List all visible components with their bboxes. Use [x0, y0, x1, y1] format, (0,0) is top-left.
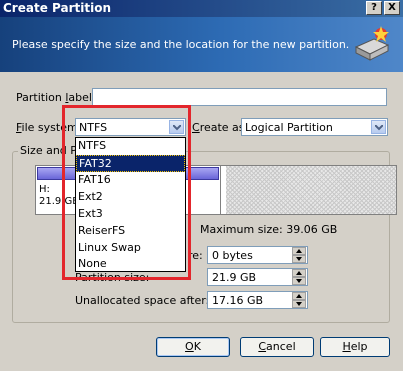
unallocated-after-input[interactable]: 17.16 GB — [207, 291, 308, 309]
file-system-select[interactable]: NTFS — [75, 118, 186, 136]
space-before-value: 0 bytes — [212, 249, 253, 262]
file-system-caption: File system: — [16, 121, 82, 134]
partition-size-up-button[interactable] — [292, 269, 306, 277]
file-system-dropdown-list: NTFS FAT32 FAT16 Ext2 Ext3 ReiserFS Linu… — [75, 137, 186, 272]
partition-size-text: 21.9 GB — [39, 196, 80, 207]
option-fat16[interactable]: FAT16 — [76, 172, 185, 189]
partition-drive-letter: H: — [39, 184, 50, 195]
unallocated-after-label: Unallocated space after: — [75, 294, 210, 307]
unallocated-block[interactable] — [226, 166, 396, 214]
file-system-value: NTFS — [79, 121, 108, 134]
create-partition-icon — [354, 26, 390, 61]
title-bar: Create Partition ? X — [0, 0, 403, 17]
partition-size-value: 21.9 GB — [212, 271, 257, 284]
arrow-up-icon — [296, 294, 302, 298]
option-fat32[interactable]: FAT32 — [76, 155, 185, 172]
partition-label-caption: Partition label: — [16, 91, 96, 104]
create-as-caption: Create as: — [192, 121, 249, 134]
max-size-label: Maximum size: 39.06 GB — [200, 223, 338, 236]
create-as-dropdown-button[interactable] — [371, 120, 386, 134]
arrow-down-icon — [296, 302, 302, 306]
space-before-down-button[interactable] — [292, 255, 306, 263]
create-as-select[interactable]: Logical Partition — [241, 118, 388, 136]
arrow-up-icon — [296, 271, 302, 275]
arrow-down-icon — [296, 279, 302, 283]
option-reiserfs[interactable]: ReiserFS — [76, 223, 185, 240]
chevron-down-icon — [173, 125, 181, 131]
arrow-up-icon — [296, 249, 302, 253]
option-none[interactable]: None — [76, 256, 185, 273]
partition-label-input[interactable] — [92, 88, 387, 106]
banner-description: Please specify the size and the location… — [12, 38, 350, 51]
close-button[interactable]: X — [384, 1, 400, 15]
ok-button[interactable]: OK — [156, 337, 230, 357]
partition-size-input[interactable]: 21.9 GB — [207, 268, 308, 286]
space-before-label: re: — [188, 249, 203, 262]
header-banner: Please specify the size and the location… — [0, 17, 403, 72]
cancel-button[interactable]: Cancel — [240, 337, 314, 357]
option-linux-swap[interactable]: Linux Swap — [76, 240, 185, 257]
chevron-down-icon — [375, 125, 383, 131]
file-system-dropdown-button[interactable] — [169, 120, 184, 134]
partition-size-down-button[interactable] — [292, 277, 306, 285]
space-before-input[interactable]: 0 bytes — [207, 246, 308, 264]
space-before-up-button[interactable] — [292, 247, 306, 255]
arrow-down-icon — [296, 257, 302, 261]
unallocated-after-up-button[interactable] — [292, 292, 306, 300]
option-ntfs[interactable]: NTFS — [76, 138, 185, 155]
window-title: Create Partition — [3, 1, 111, 15]
help-button[interactable]: Help — [320, 337, 390, 357]
unallocated-after-value: 17.16 GB — [212, 294, 264, 307]
help-title-button[interactable]: ? — [366, 1, 382, 15]
option-ext2[interactable]: Ext2 — [76, 189, 185, 206]
option-ext3[interactable]: Ext3 — [76, 206, 185, 223]
unallocated-after-down-button[interactable] — [292, 300, 306, 308]
create-as-value: Logical Partition — [245, 121, 333, 134]
